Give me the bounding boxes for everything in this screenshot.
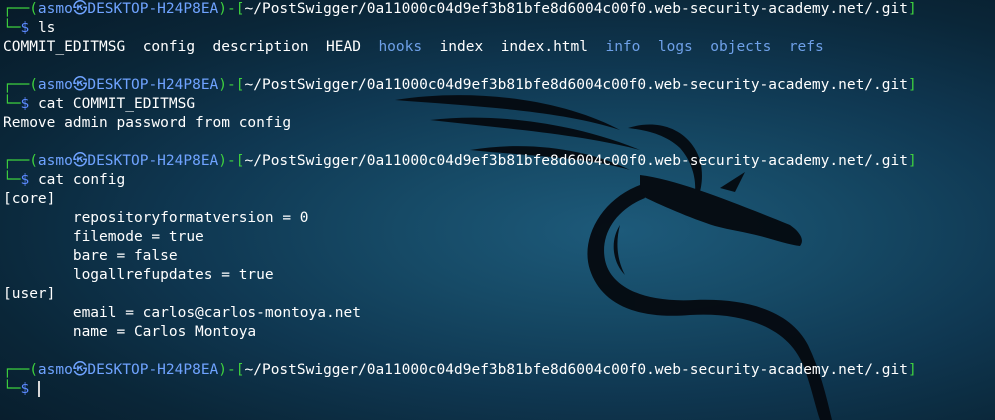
command-text: cat config [37, 172, 126, 188]
ls-entry-dir: logs [657, 39, 693, 55]
prompt-user: asmo [37, 153, 73, 169]
output-line: bare = false [3, 248, 178, 264]
prompt-user: asmo [37, 362, 73, 378]
prompt-host: DESKTOP-H24P8EA [87, 1, 219, 17]
prompt-path: ~/PostSwigger/0a11000c04d9ef3b81bfe8d600… [244, 77, 908, 93]
prompt-command-line: └─$ cat COMMIT_EDITMSG [3, 96, 196, 112]
kali-skull-icon: ㉿ [72, 153, 88, 169]
command-text: cat COMMIT_EDITMSG [37, 96, 196, 112]
ls-entry-file: index [439, 39, 484, 55]
ls-entry-dir: hooks [378, 39, 423, 55]
prompt-path: ~/PostSwigger/0a11000c04d9ef3b81bfe8d600… [244, 1, 908, 17]
prompt-header: ┌──(asmo㉿DESKTOP-H24P8EA)-[~/PostSwigger… [3, 1, 917, 17]
prompt-host: DESKTOP-H24P8EA [87, 153, 219, 169]
prompt-user: asmo [37, 1, 73, 17]
prompt-host: DESKTOP-H24P8EA [87, 77, 219, 93]
ls-entry-file: HEAD [326, 39, 361, 55]
ls-output: COMMIT_EDITMSG config description HEAD h… [3, 38, 993, 57]
ls-entry-dir: objects [710, 39, 772, 55]
ls-entry-dir: refs [788, 39, 824, 55]
prompt-path: ~/PostSwigger/0a11000c04d9ef3b81bfe8d600… [244, 362, 908, 378]
output-line: logallrefupdates = true [3, 267, 274, 283]
kali-skull-icon: ㉿ [72, 77, 88, 93]
prompt-symbol: $ [20, 381, 30, 397]
prompt-symbol: $ [20, 20, 30, 36]
prompt-header: ┌──(asmo㉿DESKTOP-H24P8EA)-[~/PostSwigger… [3, 153, 917, 169]
prompt-command-line: └─$ ls [3, 20, 56, 36]
ls-entry-file: description [212, 39, 309, 55]
prompt-symbol: $ [20, 172, 30, 188]
output-line: filemode = true [3, 229, 204, 245]
output-line: name = Carlos Montoya [3, 324, 257, 340]
prompt-host: DESKTOP-H24P8EA [87, 362, 219, 378]
ls-entry-dir: info [605, 39, 641, 55]
command-text: ls [37, 20, 56, 36]
output-line: [user] [3, 286, 56, 302]
prompt-command-line: └─$ cat config [3, 172, 126, 188]
prompt-path: ~/PostSwigger/0a11000c04d9ef3b81bfe8d600… [244, 153, 908, 169]
output-line: [core] [3, 191, 56, 207]
text-cursor[interactable] [37, 381, 40, 397]
prompt-header: ┌──(asmo㉿DESKTOP-H24P8EA)-[~/PostSwigger… [3, 77, 917, 93]
active-input-line[interactable]: └─$ [3, 380, 993, 399]
kali-skull-icon: ㉿ [72, 1, 88, 17]
ls-entry-file: config [142, 39, 196, 55]
output-line: email = carlos@carlos-montoya.net [3, 305, 361, 321]
ls-entry-file: index.html [500, 39, 588, 55]
prompt-user: asmo [37, 77, 73, 93]
kali-skull-icon: ㉿ [72, 362, 88, 378]
prompt-header: ┌──(asmo㉿DESKTOP-H24P8EA)-[~/PostSwigger… [3, 362, 917, 378]
prompt-symbol: $ [20, 96, 30, 112]
terminal-window[interactable]: ┌──(asmo㉿DESKTOP-H24P8EA)-[~/PostSwigger… [3, 0, 993, 399]
output-line: Remove admin password from config [3, 115, 292, 131]
ls-entry-file: COMMIT_EDITMSG [3, 39, 126, 55]
output-line: repositoryformatversion = 0 [3, 210, 309, 226]
